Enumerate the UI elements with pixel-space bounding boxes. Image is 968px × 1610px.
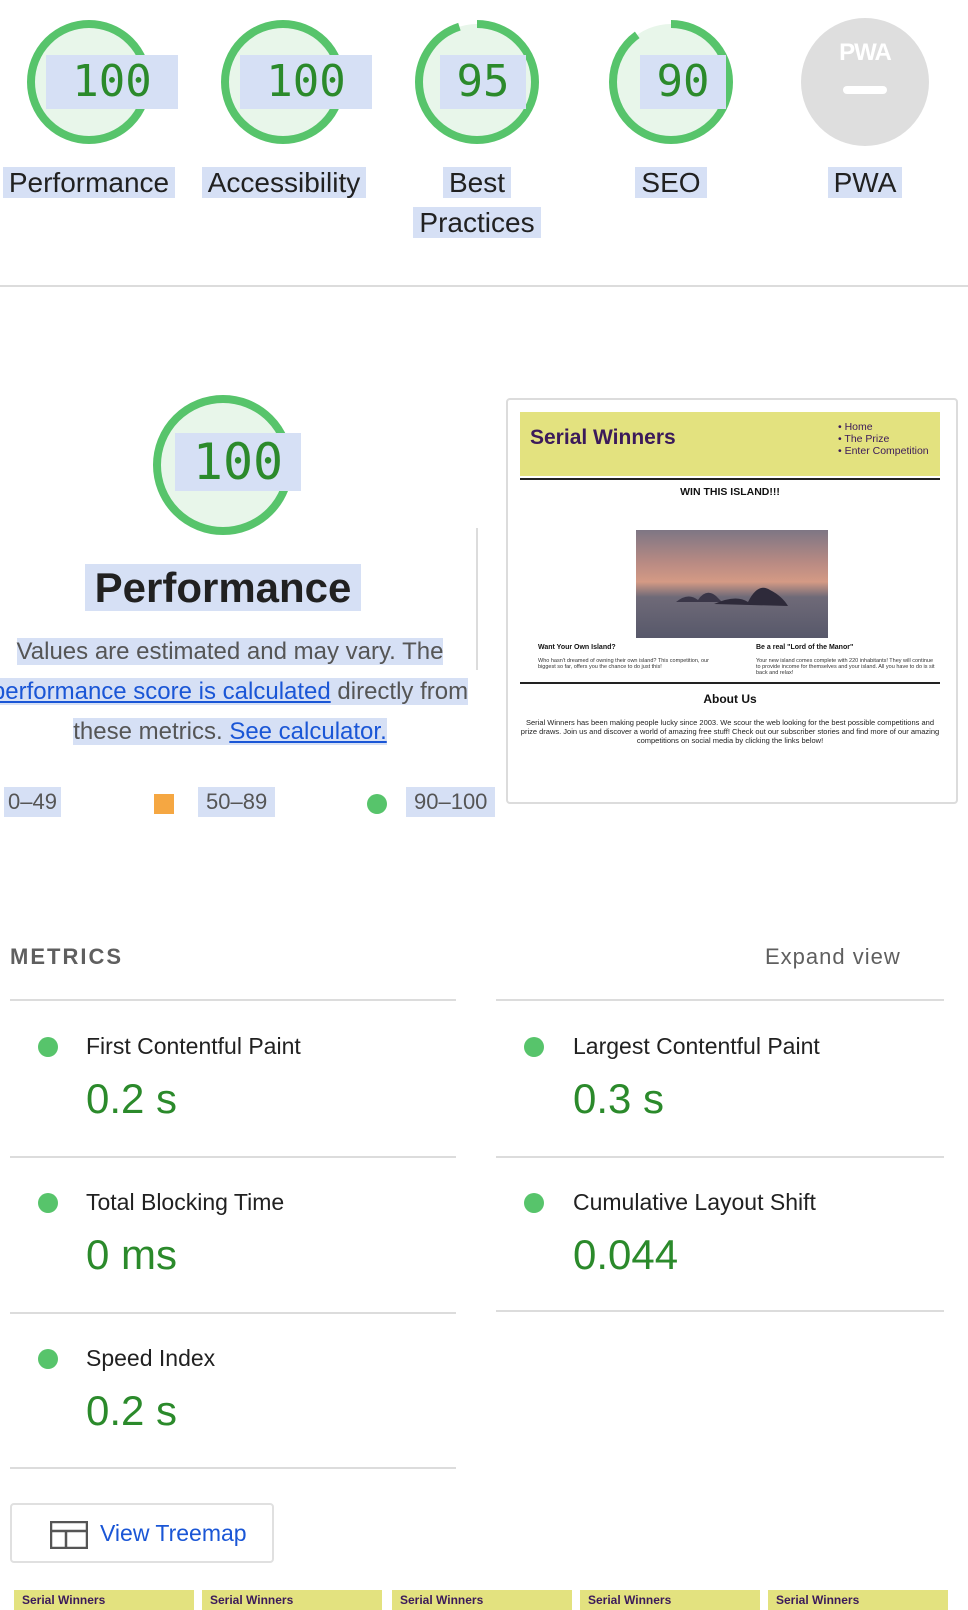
treemap-icon	[50, 1521, 88, 1549]
metrics-divider	[496, 1310, 944, 1312]
metrics-divider	[496, 999, 944, 1001]
metric-status-dot	[524, 1037, 544, 1057]
performance-gauge: 100	[151, 393, 301, 537]
gauge-pwa[interactable]: PWA	[800, 17, 930, 147]
site-rule	[520, 478, 940, 480]
metric-value: 0.2 s	[86, 1387, 178, 1434]
col1-text: Who hasn't dreamed of owning their own i…	[538, 658, 709, 670]
legend-fail-label: 0–49	[4, 787, 61, 817]
metric-value: 0 ms	[86, 1231, 178, 1278]
pwa-icon	[801, 18, 929, 146]
col1-title: Want Your Own Island?	[538, 644, 616, 651]
site-nav: • Home • The Prize • Enter Competition	[838, 421, 929, 457]
gauge-label-pwa: PWA	[800, 163, 930, 203]
site-header: Serial Winners • Home • The Prize • Ente…	[520, 412, 940, 476]
final-screenshot[interactable]: Serial Winners • Home • The Prize • Ente…	[506, 398, 958, 804]
gauge-score: 95	[440, 55, 526, 109]
gauge-score: 100	[46, 55, 178, 109]
island-silhouette	[676, 587, 788, 606]
metric-title: Speed Index	[86, 1345, 216, 1371]
metric-status-dot	[38, 1349, 58, 1369]
metrics-divider	[10, 1467, 456, 1469]
performance-title: Performance	[0, 564, 446, 612]
gauge-label-accessibility: Accessibility	[198, 163, 370, 203]
pwa-badge-text: PWA	[839, 39, 892, 66]
metric-value: 0.044	[573, 1231, 679, 1278]
filmstrip-frame: Serial Winners	[200, 1590, 382, 1610]
metric-value: 0.3 s	[573, 1075, 665, 1122]
site-nav-enter: • Enter Competition	[838, 445, 929, 457]
filmstrip-frame: Serial Winners	[390, 1590, 572, 1610]
gauge-score: 90	[640, 55, 726, 109]
metric-title: Largest Contentful Paint	[573, 1033, 820, 1059]
vertical-divider	[476, 528, 478, 670]
col2-text: Your new island comes complete with 220 …	[756, 658, 935, 676]
divider	[0, 285, 968, 287]
legend-pass-dot	[367, 794, 387, 814]
legend-average-label: 50–89	[198, 787, 276, 817]
col2-title: Be a real "Lord of the Manor"	[756, 644, 854, 651]
metric-title: First Contentful Paint	[86, 1033, 301, 1059]
view-treemap-button[interactable]: View Treemap	[10, 1503, 274, 1563]
gauge-label-best-practices: Best Practices	[412, 163, 542, 243]
metrics-divider	[10, 1312, 456, 1314]
metric-title: Cumulative Layout Shift	[573, 1189, 816, 1215]
expand-view-button[interactable]: Expand view	[765, 944, 901, 970]
filmstrip-frame: Serial Winners	[578, 1590, 760, 1610]
gauge-accessibility[interactable]: 100	[218, 17, 372, 147]
metrics-divider	[10, 1156, 456, 1158]
metrics-heading: METRICS	[10, 944, 123, 969]
performance-description: Values are estimated and may vary. The p…	[0, 632, 470, 752]
view-treemap-label: View Treemap	[100, 1520, 247, 1546]
gauge-best-practices[interactable]: 95	[412, 17, 542, 147]
site-rule-2	[520, 682, 940, 684]
gauge-label-performance: Performance	[0, 163, 178, 203]
site-nav-home: • Home	[838, 421, 873, 433]
score-calculated-link[interactable]: performance score is calculated	[0, 678, 331, 705]
metric-value: 0.2 s	[86, 1075, 178, 1122]
gauge-label-seo: SEO	[606, 163, 736, 203]
metric-title: Total Blocking Time	[86, 1189, 285, 1215]
site-nav-prize: • The Prize	[838, 433, 890, 445]
about-text: Serial Winners has been making people lu…	[520, 718, 940, 745]
site-headline: WIN THIS ISLAND!!!	[680, 486, 780, 498]
performance-score: 100	[175, 433, 301, 491]
filmstrip-frame: Serial Winners	[766, 1590, 948, 1610]
island-image	[636, 530, 828, 638]
metric-status-dot	[38, 1193, 58, 1213]
gauge-score: 100	[240, 55, 372, 109]
metrics-divider	[10, 999, 456, 1001]
about-title: About Us	[703, 692, 757, 706]
legend-average-square	[154, 794, 174, 814]
metric-status-dot	[524, 1193, 544, 1213]
see-calculator-link[interactable]: See calculator.	[229, 718, 386, 745]
site-title: Serial Winners	[530, 426, 676, 449]
metric-status-dot	[38, 1037, 58, 1057]
legend-pass-label: 90–100	[406, 787, 496, 817]
gauge-performance[interactable]: 100	[24, 17, 178, 147]
filmstrip-frame: Serial Winners	[12, 1590, 194, 1610]
metrics-divider	[496, 1156, 944, 1158]
gauge-seo[interactable]: 90	[606, 17, 736, 147]
